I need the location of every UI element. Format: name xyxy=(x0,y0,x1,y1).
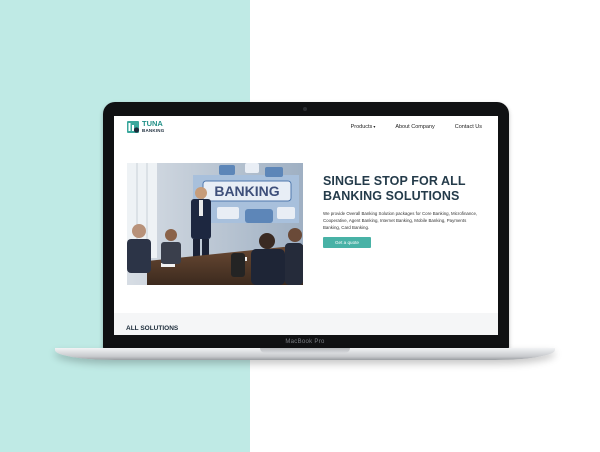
site-logo[interactable]: TUNA BANKING xyxy=(126,120,164,134)
logo-icon xyxy=(126,120,140,134)
laptop-screen: TUNA BANKING Products▾ About Company Con… xyxy=(114,116,498,335)
nav-about-company[interactable]: About Company xyxy=(395,124,434,130)
trackpad-notch xyxy=(260,348,350,353)
hero-image: BANKING xyxy=(127,163,303,285)
logo-name: TUNA xyxy=(142,119,163,128)
device-model-label: MacBook Pro xyxy=(285,339,325,345)
camera-icon xyxy=(303,107,307,111)
laptop-lid: TUNA BANKING Products▾ About Company Con… xyxy=(103,102,509,349)
section-title: ALL SOLUTIONS xyxy=(126,325,179,332)
site-navbar: TUNA BANKING Products▾ About Company Con… xyxy=(114,116,498,142)
banking-sign-text: BANKING xyxy=(214,183,279,199)
nav-links: Products▾ About Company Contact Us xyxy=(351,124,482,130)
get-a-quote-button[interactable]: Get a quote xyxy=(323,237,371,248)
hero-description: We provide Overall Banking Solution pack… xyxy=(323,211,478,231)
nav-contact-us[interactable]: Contact Us xyxy=(455,124,482,130)
laptop-base xyxy=(55,348,555,360)
hero-title: SINGLE STOP FOR ALL BANKING SOLUTIONS xyxy=(323,174,466,203)
all-solutions-section: ALL SOLUTIONS xyxy=(114,313,498,335)
logo-subtitle: BANKING xyxy=(142,128,165,133)
nav-products[interactable]: Products▾ xyxy=(351,124,376,130)
chevron-down-icon: ▾ xyxy=(373,124,376,129)
